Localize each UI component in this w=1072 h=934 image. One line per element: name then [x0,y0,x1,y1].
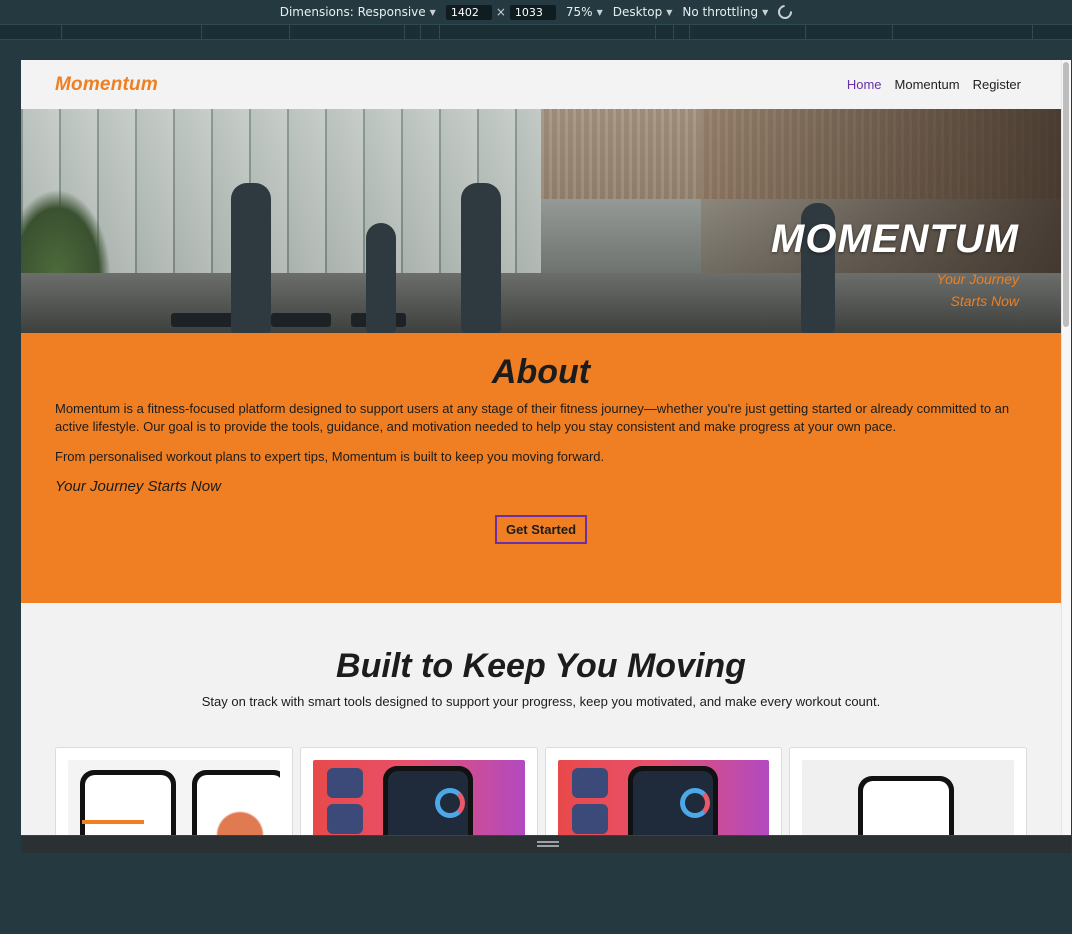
runner-silhouette [461,183,501,333]
caret-down-icon: ▼ [666,7,673,17]
nav-link-home[interactable]: Home [847,77,882,92]
treadmill-shape [271,313,331,327]
feature-cards [21,747,1061,835]
hero-title: MOMENTUM [771,217,1019,261]
resize-handle-icon[interactable] [537,841,559,847]
times-icon: × [495,5,506,19]
scrollbar-thumb[interactable] [1063,62,1069,327]
workout-routines-app-image [312,760,525,835]
nav-link-register[interactable]: Register [973,77,1021,92]
devtools-device-toolbar: Dimensions: Responsive ▼ 1402 × 1033 75%… [0,0,1072,24]
viewport-resize-bar[interactable] [21,835,1071,853]
app-tile [571,768,608,798]
about-paragraph-1: Momentum is a fitness-focused platform d… [55,401,1010,434]
zoom-dropdown[interactable]: 75% ▼ [566,5,603,19]
phone-mockup [858,776,955,835]
hero-subtitle: Your Journey Starts Now [771,268,1020,312]
features-subtitle: Stay on track with smart tools designed … [201,694,881,709]
dimensions-dropdown[interactable]: Dimensions: Responsive ▼ [280,5,436,19]
features-title: Built to Keep You Moving [336,647,746,685]
rotate-icon[interactable] [775,2,796,22]
device-label: Desktop [612,5,663,19]
app-tile [571,804,608,834]
hero-subtitle-line2: Starts Now [950,293,1019,309]
app-tile [326,804,363,834]
phone-mockup [192,770,280,835]
media-query-ruler[interactable] [0,24,1072,40]
features-section: Built to Keep You Moving Stay on track w… [21,603,1061,835]
emulated-viewport: Momentum Home Momentum Register MOMENTUM [21,60,1071,835]
about-section: About Momentum is a fitness-focused plat… [21,333,1061,603]
phone-mockup [80,770,176,835]
feature-card[interactable] [789,747,1027,835]
web-page: Momentum Home Momentum Register MOMENTUM [21,60,1061,835]
feature-card[interactable] [544,747,783,835]
about-tagline: Your Journey Starts Now [55,478,221,495]
feature-card[interactable] [55,747,293,835]
dimensions-label: Dimensions: Responsive [279,5,426,19]
throttling-dropdown[interactable]: No throttling ▼ [682,5,768,19]
caret-down-icon: ▼ [762,7,769,17]
phone-app-screen-image [802,760,1014,835]
progress-ring-icon [434,788,465,818]
progress-bar-shape [82,820,144,824]
about-paragraph-2: From personalised workout plans to exper… [55,449,605,464]
page-scrollbar[interactable] [1061,60,1071,835]
feature-card[interactable] [299,747,538,835]
device-dropdown[interactable]: Desktop ▼ [613,5,673,19]
nav-link-momentum[interactable]: Momentum [895,77,960,92]
goal-tracking-app-image [68,760,280,835]
caret-down-icon: ▼ [596,7,603,17]
width-input[interactable]: 1402 [445,4,492,20]
runner-silhouette [366,223,396,333]
app-tile [326,768,363,798]
nav-links: Home Momentum Register [847,77,1021,92]
get-started-button[interactable]: Get Started [494,515,588,544]
throttling-label: No throttling [682,5,759,19]
caret-down-icon: ▼ [429,7,436,17]
navbar: Momentum Home Momentum Register [21,60,1061,109]
hero-banner: MOMENTUM Your Journey Starts Now [21,109,1061,333]
runner-silhouette [231,183,271,333]
zoom-label: 75% [565,5,593,19]
height-input[interactable]: 1033 [509,4,556,20]
about-title: About [491,353,591,391]
hero-text: MOMENTUM Your Journey Starts Now [771,217,1019,312]
workout-routines-app-image [557,760,770,835]
brand-logo[interactable]: Momentum [55,74,158,96]
hero-subtitle-line1: Your Journey [936,271,1020,287]
progress-ring-icon [679,788,710,818]
